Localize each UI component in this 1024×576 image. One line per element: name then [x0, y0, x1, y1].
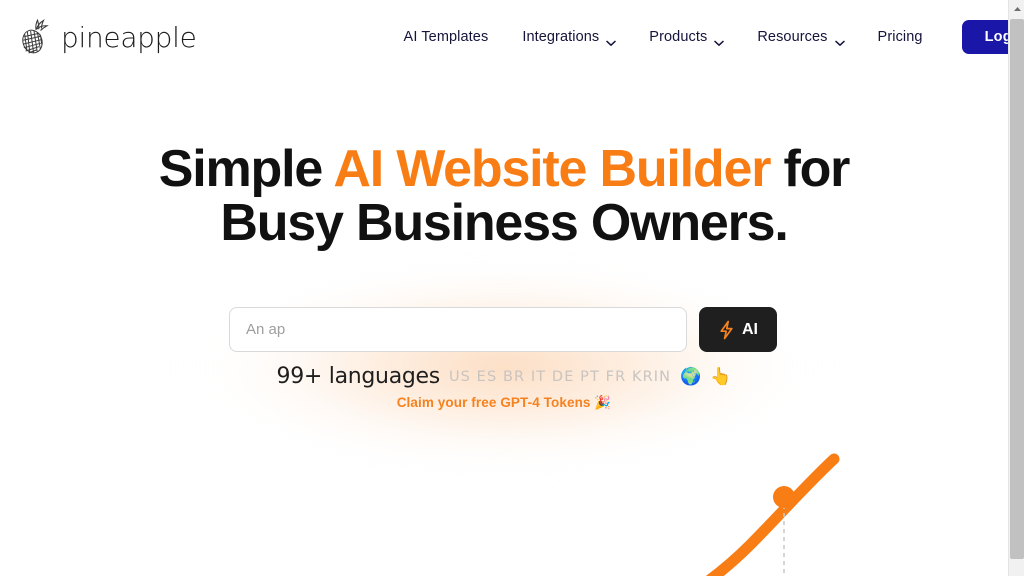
chevron-down-icon	[606, 35, 617, 46]
nav-item-products[interactable]: Products	[632, 23, 740, 51]
site-header: pineapple AI Templates Integrations Prod…	[0, 0, 1008, 74]
headline-line-2: Busy Business Owners.	[220, 194, 788, 252]
hero-section: Simple AI Website Builder for Busy Busin…	[0, 74, 1008, 576]
nav-item-resources[interactable]: Resources	[740, 23, 860, 51]
nav-item-ai-templates[interactable]: AI Templates	[387, 23, 506, 51]
pineapple-icon	[18, 18, 52, 56]
page-viewport: pineapple AI Templates Integrations Prod…	[0, 0, 1008, 576]
nav-item-integrations[interactable]: Integrations	[505, 23, 632, 51]
nav-label: AI Templates	[403, 29, 489, 45]
claim-tokens-row: Claim your free GPT-4 Tokens 🎉	[0, 394, 1008, 412]
headline-part-2: for	[770, 140, 850, 198]
lightning-bolt-icon	[718, 320, 735, 340]
scroll-thumb[interactable]	[1010, 19, 1024, 559]
main-navigation: AI Templates Integrations Products Resou…	[387, 20, 1008, 54]
nav-label: Integrations	[522, 29, 600, 45]
nav-item-pricing[interactable]: Pricing	[861, 23, 940, 51]
claim-tokens-link[interactable]: Claim your free GPT-4 Tokens 🎉	[397, 395, 612, 410]
headline-part-1: Simple	[158, 140, 334, 198]
nav-label: Pricing	[877, 29, 923, 45]
pointing-hand-icon: 👆	[710, 367, 732, 386]
page-title: Simple AI Website Builder for Busy Busin…	[0, 142, 1008, 250]
globe-icon: 🌍	[680, 367, 702, 386]
languages-row: 99+ languages US ES BR IT DE PT FR KRIN …	[0, 364, 1008, 389]
languages-count-label: 99+ languages	[276, 364, 441, 389]
chevron-down-icon	[834, 35, 845, 46]
website-prompt-input[interactable]	[229, 307, 687, 352]
nav-label: Resources	[757, 29, 828, 45]
brand-name: pineapple	[61, 20, 197, 54]
nav-label: Products	[649, 29, 708, 45]
generate-ai-button[interactable]: AI	[699, 307, 777, 352]
login-button[interactable]: Login	[961, 20, 1008, 54]
headline-accent: AI Website Builder	[333, 140, 771, 198]
chevron-down-icon	[714, 35, 725, 46]
scroll-up-arrow-icon[interactable]	[1009, 0, 1024, 17]
brand-logo[interactable]: pineapple	[18, 18, 197, 56]
vertical-scrollbar[interactable]	[1008, 0, 1024, 576]
generate-ai-label: AI	[742, 320, 758, 338]
language-codes-list: US ES BR IT DE PT FR KRIN	[448, 368, 672, 385]
hero-search-row: AI	[229, 307, 777, 352]
growth-curve-illustration	[638, 437, 898, 576]
